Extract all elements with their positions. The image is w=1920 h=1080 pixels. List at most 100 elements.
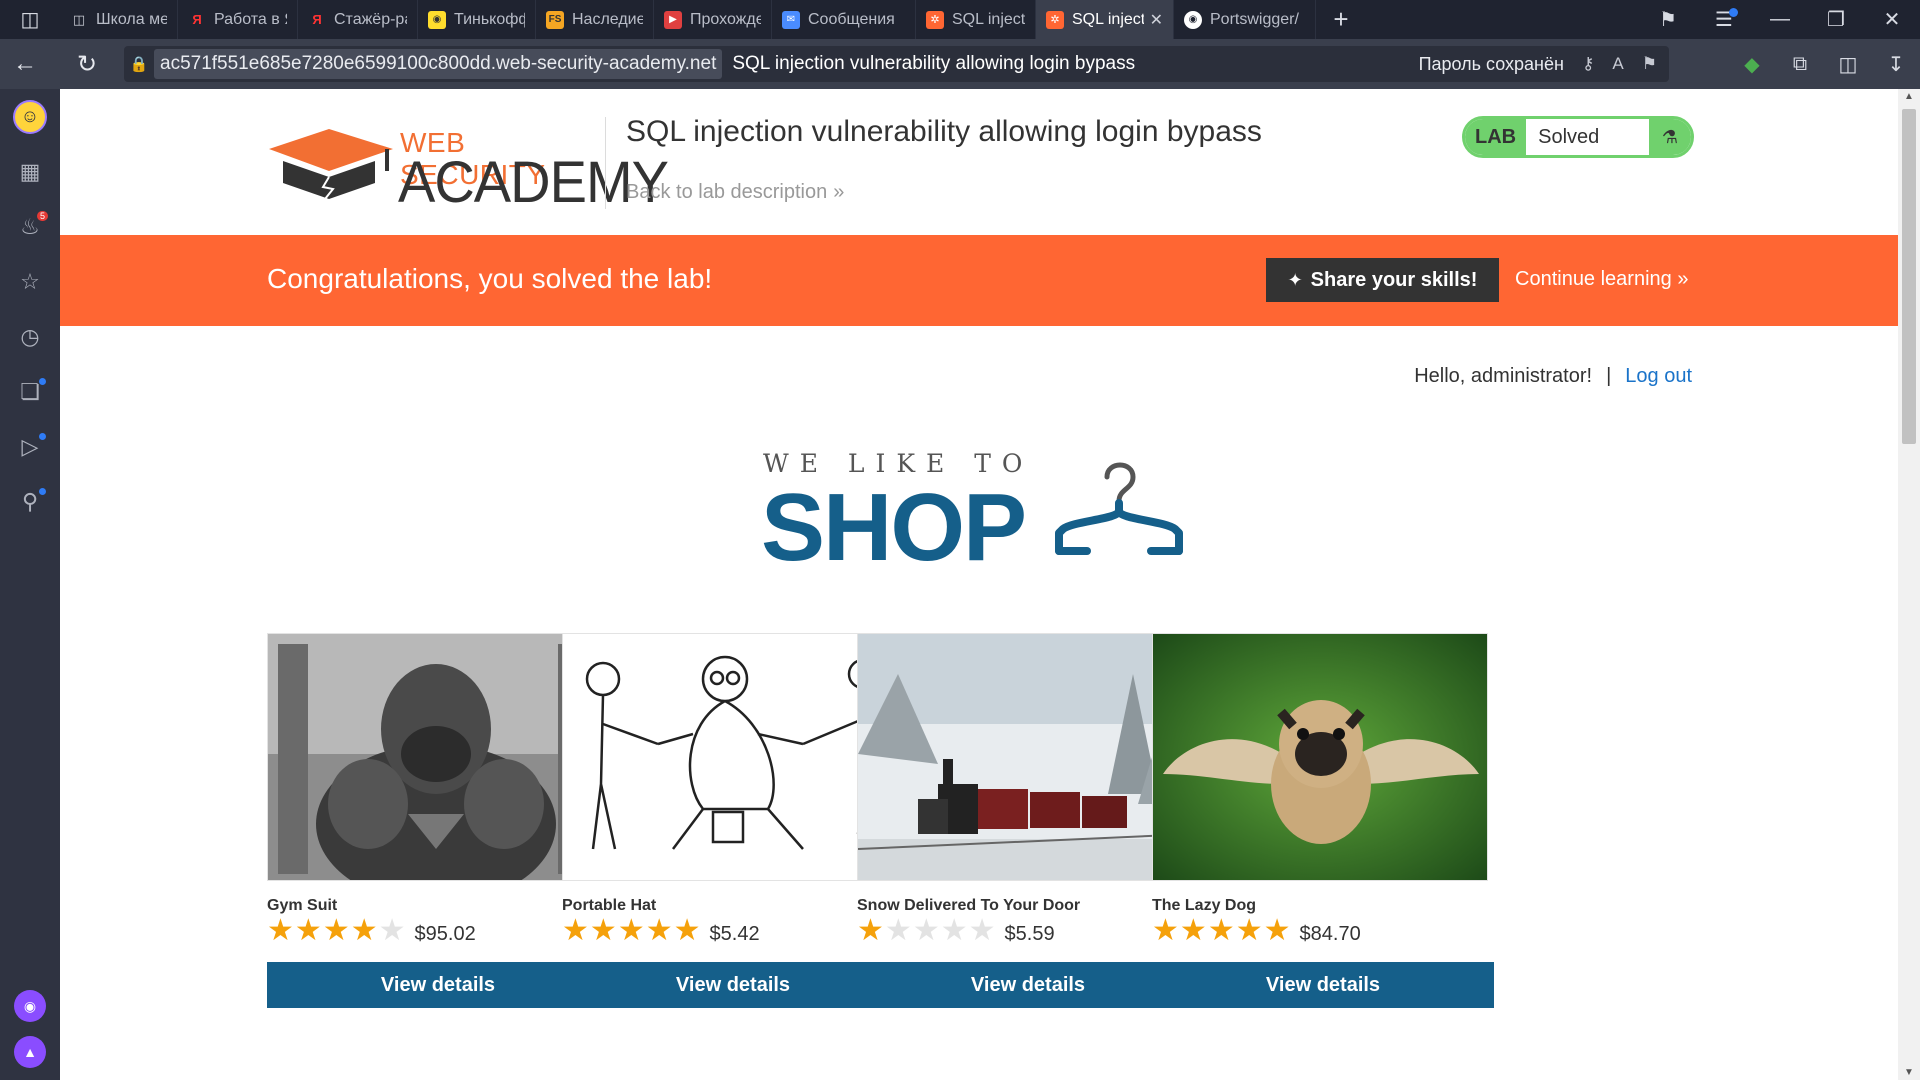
bookmark-icon[interactable]: ⚑ (1642, 54, 1657, 74)
tab-label: Portswigger/ (1210, 10, 1299, 28)
notifications-bell-icon[interactable]: ♨ 5 (0, 199, 60, 254)
logout-link[interactable]: Log out (1625, 365, 1692, 388)
media-play-icon[interactable]: ▷ (0, 419, 60, 474)
tab[interactable]: Я Работа в Янд (178, 0, 298, 39)
view-details-button[interactable]: View details (267, 962, 609, 1008)
tab-label: Тинькофф О (454, 10, 525, 28)
browser-tab-bar: ◫ ◫ Школа мене Я Работа в Янд Я Стажёр-р… (0, 0, 1920, 39)
url-field[interactable]: 🔒 ac571f551e685e7280e6599100c800dd.web-s… (124, 46, 1669, 82)
reload-icon[interactable]: ↻ (62, 39, 112, 89)
double-chevron-right-icon: » (1677, 268, 1689, 290)
tabs-menu-icon[interactable]: ☰ (1696, 0, 1752, 39)
congratulations-message: Congratulations, you solved the lab! (267, 263, 713, 294)
scroll-down-arrow-icon[interactable]: ▼ (1898, 1067, 1920, 1078)
video-icon: ▶ (664, 10, 682, 29)
collections-icon[interactable]: ⚑ (1640, 0, 1696, 39)
product-rating: ★ ★ ★ ★ ★ $5.59 (857, 916, 1055, 946)
view-details-button[interactable]: View details (857, 962, 1199, 1008)
address-bar: ← ↻ 🔒 ac571f551e685e7280e6599100c800dd.w… (0, 39, 1920, 89)
tab[interactable]: ◉ Тинькофф О (418, 0, 536, 39)
flask-icon: ⚗ (1649, 119, 1691, 155)
lab-title: SQL injection vulnerability allowing log… (626, 115, 1262, 148)
continue-learning-label: Continue learning (1515, 268, 1672, 290)
new-tab-icon[interactable]: + (1316, 4, 1366, 35)
view-details-button[interactable]: View details (562, 962, 904, 1008)
star-filled-icon: ★ (1263, 914, 1291, 947)
tab[interactable]: Я Стажёр-разр (298, 0, 418, 39)
download-icon[interactable]: ↧ (1872, 52, 1920, 77)
star-empty-icon: ★ (940, 914, 968, 947)
yandex-icon: Я (312, 12, 322, 27)
view-details-button[interactable]: View details (1152, 962, 1494, 1008)
double-chevron-right-icon: » (833, 181, 845, 203)
share-skills-button[interactable]: ✦ Share your skills! (1266, 258, 1499, 302)
lab-header: WEB SECURITY ACADEMY SQL injection vulne… (60, 89, 1898, 235)
tab[interactable]: ◉ Portswigger/ (1174, 0, 1316, 39)
fs-icon: FS (546, 10, 564, 29)
tab[interactable]: FS Наследие 2 (536, 0, 654, 39)
tab-label: Наследие 2 (572, 10, 643, 28)
continue-learning-link[interactable]: Continue learning » (1515, 268, 1688, 291)
flying-pug-photo[interactable] (1152, 633, 1488, 881)
history-clock-icon[interactable]: ◷ (0, 309, 60, 364)
star-filled-icon: ★ (645, 914, 673, 947)
sidebar-toggle-icon[interactable]: ◫ (0, 0, 60, 39)
star-filled-icon: ★ (1179, 914, 1207, 947)
back-to-lab-description-link[interactable]: Back to lab description» (626, 181, 844, 204)
favorites-star-icon[interactable]: ☆ (0, 254, 60, 309)
snowy-train-photo[interactable] (857, 633, 1193, 881)
tab[interactable]: ▶ Прохождени (654, 0, 772, 39)
tab[interactable]: ✉ Сообщения (772, 0, 916, 39)
message-icon: ✉ (782, 10, 800, 29)
lock-icon[interactable]: 🔒 (124, 55, 154, 73)
notification-count: 5 (36, 211, 48, 221)
minimize-icon[interactable]: — (1752, 0, 1808, 39)
page-scrollbar[interactable]: ▲ ▼ (1898, 89, 1920, 1080)
tab-label: Работа в Янд (214, 10, 287, 28)
translate-icon[interactable]: A (1612, 54, 1623, 74)
scrollbar-thumb[interactable] (1902, 109, 1916, 444)
web-security-academy-logo[interactable]: WEB SECURITY ACADEMY (267, 117, 669, 215)
collections-icon[interactable]: ❏ (0, 364, 60, 419)
product-rating: ★ ★ ★ ★ ★ $5.42 (562, 916, 760, 946)
close-window-icon[interactable]: ✕ (1864, 0, 1920, 39)
messenger-icon[interactable]: ◉ (14, 990, 46, 1022)
tab-active[interactable]: ✲ SQL inject ✕ (1036, 0, 1174, 39)
password-saved-label[interactable]: Пароль сохранён (1419, 54, 1564, 75)
portswigger-icon: ✲ (926, 10, 944, 29)
star-filled-icon: ★ (294, 914, 322, 947)
star-filled-icon: ★ (1207, 914, 1235, 947)
key-icon[interactable]: ⚷ (1582, 54, 1594, 74)
profile-avatar[interactable]: ☺ (0, 89, 60, 144)
separator: | (1606, 365, 1612, 387)
close-icon[interactable]: ✕ (1150, 10, 1163, 30)
star-filled-icon: ★ (589, 914, 617, 947)
product-price: $84.70 (1299, 922, 1361, 945)
search-document-icon[interactable]: ⚲ (0, 474, 60, 529)
star-empty-icon: ★ (968, 914, 996, 947)
product-name: The Lazy Dog (1152, 897, 1257, 914)
apps-grid-icon[interactable]: ▦ (0, 144, 60, 199)
restore-icon[interactable]: ❐ (1808, 0, 1864, 39)
alice-assistant-icon[interactable]: ▲ (14, 1036, 46, 1068)
file-icon[interactable]: ◫ (1824, 52, 1872, 77)
shop-name: SHOP (761, 474, 1027, 581)
scroll-up-arrow-icon[interactable]: ▲ (1898, 91, 1920, 102)
back-arrow-icon[interactable]: ← (0, 39, 50, 89)
tab[interactable]: ◫ Школа мене (60, 0, 178, 39)
star-filled-icon: ★ (1235, 914, 1263, 947)
star-empty-icon: ★ (912, 914, 940, 947)
star-filled-icon: ★ (673, 914, 701, 947)
tab[interactable]: ✲ SQL injection (916, 0, 1036, 39)
star-filled-icon: ★ (350, 914, 378, 947)
browser-sidebar: ☺ ▦ ♨ 5 ☆ ◷ ❏ ▷ ⚲ ◉ ▲ (0, 89, 60, 1080)
bodybuilder-dog-photo[interactable] (267, 633, 603, 881)
tab-label: Прохождени (690, 10, 761, 28)
cartoon-tug-of-war-drawing[interactable] (562, 633, 898, 881)
star-filled-icon: ★ (1152, 914, 1179, 947)
product-price: $5.59 (1004, 922, 1055, 945)
screenshot-icon[interactable]: ⧉ (1776, 53, 1824, 76)
extension-icon[interactable]: ◆ (1728, 52, 1776, 77)
product-name: Gym Suit (267, 897, 338, 914)
tab-label: Стажёр-разр (334, 10, 407, 28)
